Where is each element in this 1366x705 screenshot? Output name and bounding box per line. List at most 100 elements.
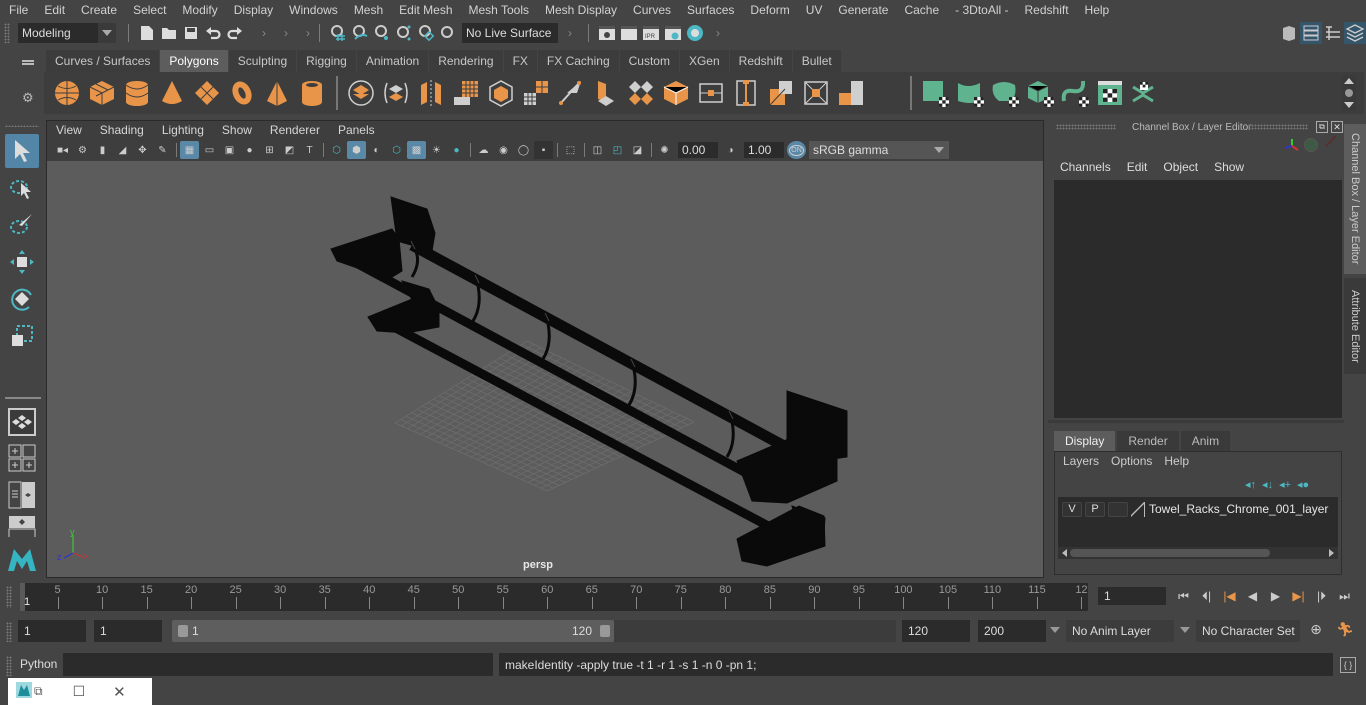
four-view-layout-icon[interactable] <box>5 441 39 475</box>
menu-generate[interactable]: Generate <box>829 3 895 17</box>
exposure-field[interactable]: 0.00 <box>678 142 718 158</box>
shelf-tab-rigging[interactable]: Rigging <box>297 50 357 72</box>
shadows-icon[interactable]: ● <box>447 141 466 159</box>
viewport-menu-renderer[interactable]: Renderer <box>261 123 329 137</box>
viewport-menu-shading[interactable]: Shading <box>91 123 153 137</box>
snap-to-point-icon[interactable] <box>371 22 393 44</box>
menu-mesh-display[interactable]: Mesh Display <box>536 3 624 17</box>
shelf-tab-redshift[interactable]: Redshift <box>729 50 793 72</box>
fill-hole-icon[interactable] <box>869 76 903 110</box>
wireframe-icon[interactable]: ⬡ <box>327 141 346 159</box>
camera-select-icon[interactable]: ■◂ <box>53 141 72 159</box>
menu-display[interactable]: Display <box>225 3 280 17</box>
scroll-left-icon[interactable] <box>1062 549 1067 557</box>
open-scene-icon[interactable] <box>158 22 180 44</box>
shelf-tab-sculpting[interactable]: Sculpting <box>228 50 298 72</box>
poly-torus-icon[interactable] <box>225 76 259 110</box>
modeling-toolkit-icon[interactable] <box>1278 22 1300 44</box>
step-forward-key-icon[interactable]: ▶| <box>1287 586 1310 606</box>
shelf-tab-fx[interactable]: FX <box>503 50 538 72</box>
viewport-menu-panels[interactable]: Panels <box>329 123 384 137</box>
rotate-tool-icon[interactable] <box>5 282 39 316</box>
menu-cache[interactable]: Cache <box>895 3 946 17</box>
maya-logo-icon[interactable] <box>5 541 39 575</box>
manipulator-axis-icon[interactable] <box>1284 138 1300 157</box>
select-tool-icon[interactable] <box>5 134 39 168</box>
bevel-icon[interactable] <box>554 76 588 110</box>
scroll-down-icon[interactable] <box>1344 102 1354 109</box>
maya-app-icon[interactable] <box>16 682 32 701</box>
safe-action-icon[interactable]: ◩ <box>280 141 299 159</box>
xray-joints-icon[interactable]: ◰ <box>608 141 627 159</box>
outliner-persp-layout-icon[interactable] <box>5 478 39 512</box>
shelf-tab-animation[interactable]: Animation <box>356 50 430 72</box>
layer-row[interactable]: V P Towel_Racks_Chrome_001_layer <box>1062 501 1328 517</box>
layer-tab-anim[interactable]: Anim <box>1180 431 1231 451</box>
shelf-tab-xgen[interactable]: XGen <box>679 50 730 72</box>
gamma-icon[interactable]: ◑ <box>721 141 740 159</box>
textured-icon[interactable]: ▩ <box>407 141 426 159</box>
uv-unfold-icon[interactable] <box>1128 76 1162 110</box>
snap-to-grid-icon[interactable] <box>327 22 349 44</box>
camera-attributes-icon[interactable]: ⚙ <box>73 141 92 159</box>
animation-start-field[interactable]: 1 <box>18 620 86 642</box>
menu-select[interactable]: Select <box>124 3 173 17</box>
separate-icon[interactable] <box>379 76 413 110</box>
unfold-icon[interactable] <box>799 76 833 110</box>
shelf-tab-custom[interactable]: Custom <box>619 50 680 72</box>
range-max-handle[interactable] <box>600 625 610 637</box>
shelf-tab-curves-surfaces[interactable]: Curves / Surfaces <box>46 50 161 72</box>
xray-icon[interactable]: ◫ <box>588 141 607 159</box>
safe-title-icon[interactable]: T <box>300 141 319 159</box>
anti-aliasing-icon[interactable]: ◯ <box>514 141 533 159</box>
menu-windows[interactable]: Windows <box>280 3 345 17</box>
scroll-up-icon[interactable] <box>1344 77 1354 84</box>
paint-select-tool-icon[interactable] <box>5 207 39 241</box>
play-backwards-icon[interactable]: ◀ <box>1241 586 1264 606</box>
menu-deform[interactable]: Deform <box>741 3 796 17</box>
layer-tab-display[interactable]: Display <box>1054 431 1116 451</box>
channel-list[interactable] <box>1054 180 1342 418</box>
depth-of-field-icon[interactable]: ▪ <box>534 141 553 159</box>
channel-link-icon[interactable] <box>1325 135 1337 147</box>
spherical-map-icon[interactable] <box>988 76 1022 110</box>
anim-layer-dropdown[interactable]: No Anim Layer <box>1066 620 1174 642</box>
play-forwards-icon[interactable]: ▶ <box>1264 586 1287 606</box>
poly-cube-icon[interactable] <box>85 76 119 110</box>
live-surface-field[interactable]: No Live Surface <box>462 23 558 43</box>
close-panel-icon[interactable]: ✕ <box>1331 121 1343 133</box>
character-set-dropdown-arrow[interactable] <box>1180 627 1190 633</box>
default-material-icon[interactable]: ◐ <box>367 141 386 159</box>
close-icon[interactable]: ✕ <box>113 683 126 701</box>
grease-pencil-icon[interactable]: ✥ <box>133 141 152 159</box>
layer-visibility-toggle[interactable]: V <box>1062 501 1082 517</box>
redo-icon[interactable] <box>224 22 246 44</box>
menu-uv[interactable]: UV <box>797 3 830 17</box>
go-to-end-icon[interactable]: ⏭ <box>1333 586 1356 606</box>
hypershade-icon[interactable] <box>684 22 706 44</box>
channel-box-menu-channels[interactable]: Channels <box>1052 160 1119 174</box>
shelf-settings-gear-icon[interactable]: ⚙ <box>22 90 34 106</box>
persp-graph-layout-icon[interactable] <box>5 515 39 537</box>
menu-3dtoall[interactable]: - 3DtoAll - <box>946 3 1015 17</box>
toolbar-grip[interactable] <box>4 23 10 43</box>
move-layer-up-icon[interactable]: ◂↑ <box>1245 478 1256 491</box>
smooth-icon[interactable] <box>449 76 483 110</box>
viewport-menu-view[interactable]: View <box>47 123 91 137</box>
layer-list-hscrollbar[interactable] <box>1058 547 1338 559</box>
combine-icon[interactable] <box>344 76 378 110</box>
shelf-tab-polygons[interactable]: Polygons <box>160 50 229 72</box>
scroll-right-icon[interactable] <box>1329 549 1334 557</box>
menu-curves[interactable]: Curves <box>624 3 678 17</box>
new-scene-icon[interactable] <box>136 22 158 44</box>
collapse-arrow-icon[interactable]: › <box>714 24 722 42</box>
panel-grip[interactable] <box>1056 124 1116 130</box>
snap-to-curve-icon[interactable] <box>349 22 371 44</box>
collapse-arrow-icon[interactable]: › <box>282 24 290 42</box>
make-live-icon[interactable] <box>437 22 459 44</box>
shelf-scroll[interactable] <box>1342 75 1356 111</box>
viewport-menu-show[interactable]: Show <box>213 123 261 137</box>
restore-icon[interactable]: ⧉ <box>34 684 43 699</box>
command-input[interactable] <box>63 653 493 676</box>
cylindrical-map-icon[interactable] <box>953 76 987 110</box>
